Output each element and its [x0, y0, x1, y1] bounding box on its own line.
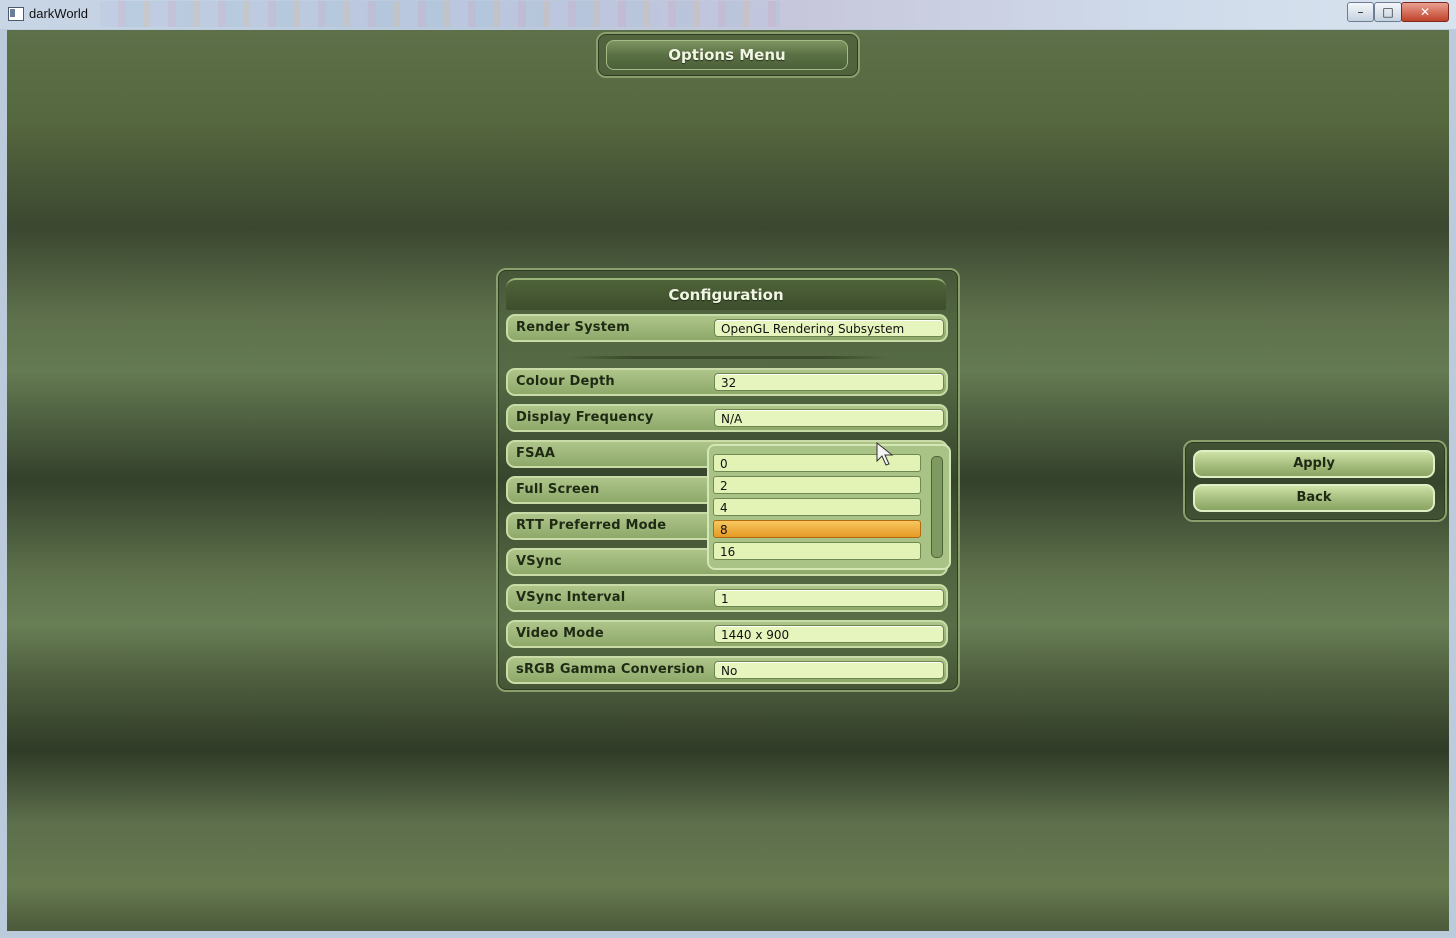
- row-vsync-interval: VSync Interval 1: [506, 584, 948, 612]
- row-video-mode: Video Mode 1440 x 900: [506, 620, 948, 648]
- srgb-gamma-combobox[interactable]: No: [714, 661, 944, 679]
- colour-depth-combobox[interactable]: 32: [714, 373, 944, 391]
- fsaa-option-2[interactable]: 2: [713, 476, 921, 494]
- dropdown-scrollbar[interactable]: [931, 456, 943, 558]
- render-system-combobox[interactable]: OpenGL Rendering Subsystem: [714, 319, 944, 337]
- configuration-panel: Configuration Render System OpenGL Rende…: [496, 268, 960, 692]
- row-render-system: Render System OpenGL Rendering Subsystem: [506, 314, 948, 342]
- row-label: Display Frequency: [516, 410, 654, 425]
- row-display-frequency: Display Frequency N/A: [506, 404, 948, 432]
- vsync-interval-combobox[interactable]: 1: [714, 589, 944, 607]
- fsaa-option-8-selected[interactable]: 8: [713, 520, 921, 538]
- back-button[interactable]: Back: [1193, 484, 1435, 512]
- row-label: FSAA: [516, 446, 556, 461]
- fsaa-dropdown-list[interactable]: 0 2 4 8 16: [707, 444, 951, 570]
- row-label: VSync: [516, 554, 562, 569]
- row-label: VSync Interval: [516, 590, 626, 605]
- titlebar-background-strip: [100, 1, 780, 27]
- row-label: RTT Preferred Mode: [516, 518, 667, 533]
- row-label: Full Screen: [516, 482, 600, 497]
- minimize-button[interactable]: –: [1347, 2, 1374, 22]
- app-icon: [8, 7, 24, 21]
- window-title: darkWorld: [29, 6, 89, 21]
- video-mode-combobox[interactable]: 1440 x 900: [714, 625, 944, 643]
- row-label: Video Mode: [516, 626, 604, 641]
- configuration-title: Configuration: [506, 278, 946, 310]
- action-panel: Apply Back: [1183, 440, 1447, 522]
- close-button[interactable]: ✕: [1401, 2, 1449, 22]
- row-label: Render System: [516, 320, 630, 335]
- fsaa-option-16[interactable]: 16: [713, 542, 921, 560]
- fsaa-option-4[interactable]: 4: [713, 498, 921, 516]
- row-srgb-gamma: sRGB Gamma Conversion No: [506, 656, 948, 684]
- row-colour-depth: Colour Depth 32: [506, 368, 948, 396]
- apply-button[interactable]: Apply: [1193, 450, 1435, 478]
- window-titlebar: darkWorld – □ ✕: [0, 0, 1456, 30]
- display-frequency-combobox[interactable]: N/A: [714, 409, 944, 427]
- row-label: Colour Depth: [516, 374, 615, 389]
- options-menu-header: Options Menu: [596, 32, 860, 78]
- row-label: sRGB Gamma Conversion: [516, 662, 705, 677]
- options-menu-title: Options Menu: [606, 40, 848, 70]
- divider: [568, 356, 888, 359]
- maximize-button[interactable]: □: [1374, 2, 1402, 22]
